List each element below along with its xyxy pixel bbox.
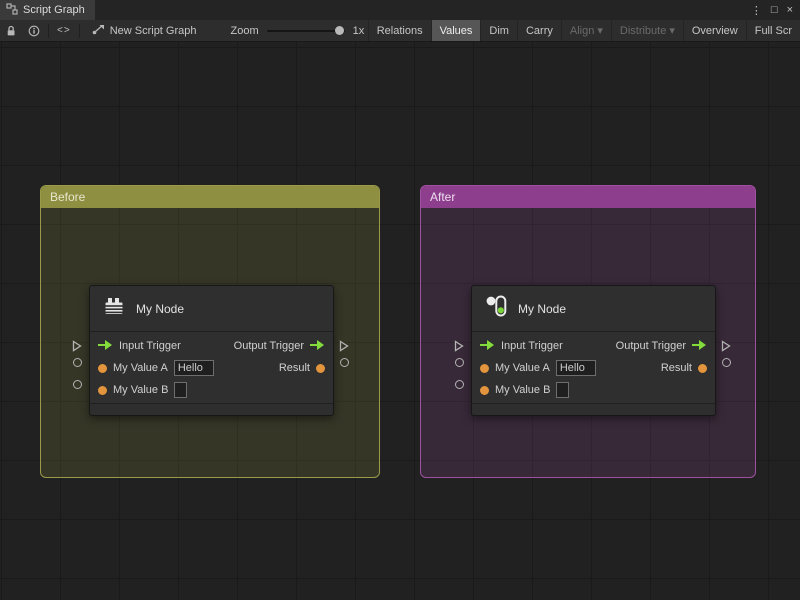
- maximize-icon[interactable]: □: [771, 4, 778, 16]
- tab-title: Script Graph: [23, 4, 85, 16]
- chevron-down-icon: ▾: [669, 25, 675, 37]
- value-a-input[interactable]: [555, 360, 596, 376]
- script-graph-tab-icon: [6, 2, 18, 18]
- output-trigger-port-icon[interactable]: [692, 337, 707, 355]
- zoom-label: Zoom: [230, 24, 259, 37]
- output-trigger-label: Output Trigger: [615, 340, 686, 352]
- node-footer: [472, 403, 715, 415]
- node-body: Input Trigger Output Trigger My Value A …: [90, 332, 333, 403]
- value-a-input[interactable]: [173, 360, 214, 376]
- group-after-header[interactable]: After: [421, 186, 755, 208]
- node-body: Input Trigger Output Trigger My Value A …: [472, 332, 715, 403]
- lock-icon[interactable]: [0, 20, 22, 41]
- value-a-label: My Value A: [113, 362, 168, 374]
- outer-trigger-port[interactable]: [721, 339, 731, 357]
- align-label: Align: [569, 24, 595, 37]
- value-a-label: My Value A: [495, 362, 550, 374]
- info-icon[interactable]: [22, 20, 46, 41]
- toolbar-separator: [78, 23, 80, 38]
- input-trigger-label: Input Trigger: [119, 340, 181, 352]
- close-icon[interactable]: ×: [787, 4, 793, 16]
- graph-toolbar: <> New Script Graph Zoom 1x Relations Va…: [0, 20, 800, 42]
- zoom-control: Zoom 1x: [231, 25, 365, 37]
- outer-value-port[interactable]: [340, 358, 349, 367]
- outer-value-port[interactable]: [722, 358, 731, 367]
- value-b-port-icon[interactable]: [98, 385, 107, 395]
- node-header[interactable]: My Node: [472, 286, 715, 332]
- tab-script-graph[interactable]: Script Graph: [0, 0, 95, 20]
- outer-trigger-port[interactable]: [339, 339, 349, 357]
- input-trigger-label: Input Trigger: [501, 340, 563, 352]
- graph-name-label: New Script Graph: [109, 24, 197, 37]
- outer-trigger-port[interactable]: [72, 339, 82, 357]
- window-controls: ⋮ □ ×: [751, 0, 800, 20]
- group-before-header[interactable]: Before: [41, 186, 379, 208]
- outer-value-port[interactable]: [73, 358, 82, 367]
- script-graph-window: Script Graph ⋮ □ × <> New Script Graph Z…: [0, 0, 800, 600]
- graph-asset-icon: [92, 24, 105, 38]
- toolbar-buttons: Relations Values Dim Carry Align ▾ Distr…: [367, 20, 800, 41]
- result-port-icon[interactable]: [698, 363, 707, 373]
- dim-button[interactable]: Dim: [480, 20, 517, 41]
- node-title: My Node: [518, 301, 567, 316]
- port-row-value-b: My Value B: [90, 379, 333, 401]
- group-before[interactable]: Before My Node Input Trigger Output Trig…: [40, 185, 380, 478]
- result-label: Result: [278, 362, 310, 374]
- zoom-value: 1x: [352, 24, 365, 37]
- value-b-input[interactable]: [556, 382, 570, 398]
- menu-icon[interactable]: ⋮: [751, 4, 762, 17]
- value-b-label: My Value B: [113, 384, 169, 396]
- outer-trigger-port[interactable]: [454, 339, 464, 357]
- input-trigger-port-icon[interactable]: [98, 337, 113, 355]
- port-row-value-a: My Value A Result: [90, 357, 333, 379]
- align-dropdown[interactable]: Align ▾: [560, 20, 611, 41]
- distribute-dropdown[interactable]: Distribute ▾: [610, 20, 683, 41]
- input-trigger-port-icon[interactable]: [480, 337, 495, 355]
- toolbar-separator: [48, 23, 49, 38]
- outer-value-port[interactable]: [73, 380, 82, 389]
- outer-value-port[interactable]: [455, 380, 464, 389]
- carry-button[interactable]: Carry: [516, 20, 561, 41]
- value-b-port-icon[interactable]: [480, 385, 489, 395]
- value-a-port-icon[interactable]: [98, 363, 107, 373]
- value-b-label: My Value B: [495, 384, 551, 396]
- graph-asset[interactable]: New Script Graph: [92, 24, 197, 38]
- node-my-node-before[interactable]: My Node Input Trigger Output Trigger My …: [89, 285, 334, 416]
- zoom-slider[interactable]: [266, 25, 345, 35]
- port-row-value-b: My Value B: [472, 379, 715, 401]
- flow-machine-icon: [484, 294, 508, 323]
- unit-legacy-icon: [102, 294, 126, 323]
- group-before-title: Before: [50, 190, 86, 204]
- output-trigger-label: Output Trigger: [233, 340, 304, 352]
- port-row-triggers: Input Trigger Output Trigger: [90, 335, 333, 357]
- chevron-down-icon: ▾: [597, 25, 603, 37]
- graph-canvas[interactable]: Before My Node Input Trigger Output Trig…: [0, 42, 800, 600]
- value-a-port-icon[interactable]: [480, 363, 489, 373]
- node-title: My Node: [136, 301, 185, 316]
- zoom-knob[interactable]: [334, 25, 344, 35]
- node-header[interactable]: My Node: [90, 286, 333, 332]
- outer-value-port[interactable]: [455, 358, 464, 367]
- relations-button[interactable]: Relations: [367, 20, 431, 41]
- port-row-value-a: My Value A Result: [472, 357, 715, 379]
- group-after-title: After: [430, 190, 456, 204]
- values-button[interactable]: Values: [430, 20, 481, 41]
- distribute-label: Distribute: [619, 24, 667, 37]
- result-label: Result: [660, 362, 692, 374]
- code-icon[interactable]: <>: [51, 20, 77, 41]
- node-my-node-after[interactable]: My Node Input Trigger Output Trigger My …: [471, 285, 716, 416]
- group-after[interactable]: After My Node Input Trigger Output Trigg…: [420, 185, 756, 478]
- fullscreen-button[interactable]: Full Scr: [745, 20, 800, 41]
- node-footer: [90, 403, 333, 415]
- overview-button[interactable]: Overview: [682, 20, 746, 41]
- tab-bar: Script Graph ⋮ □ ×: [0, 0, 800, 20]
- tab-bar-spacer: [95, 0, 751, 20]
- port-row-triggers: Input Trigger Output Trigger: [472, 335, 715, 357]
- result-port-icon[interactable]: [316, 363, 325, 373]
- value-b-input[interactable]: [174, 382, 188, 398]
- output-trigger-port-icon[interactable]: [310, 337, 325, 355]
